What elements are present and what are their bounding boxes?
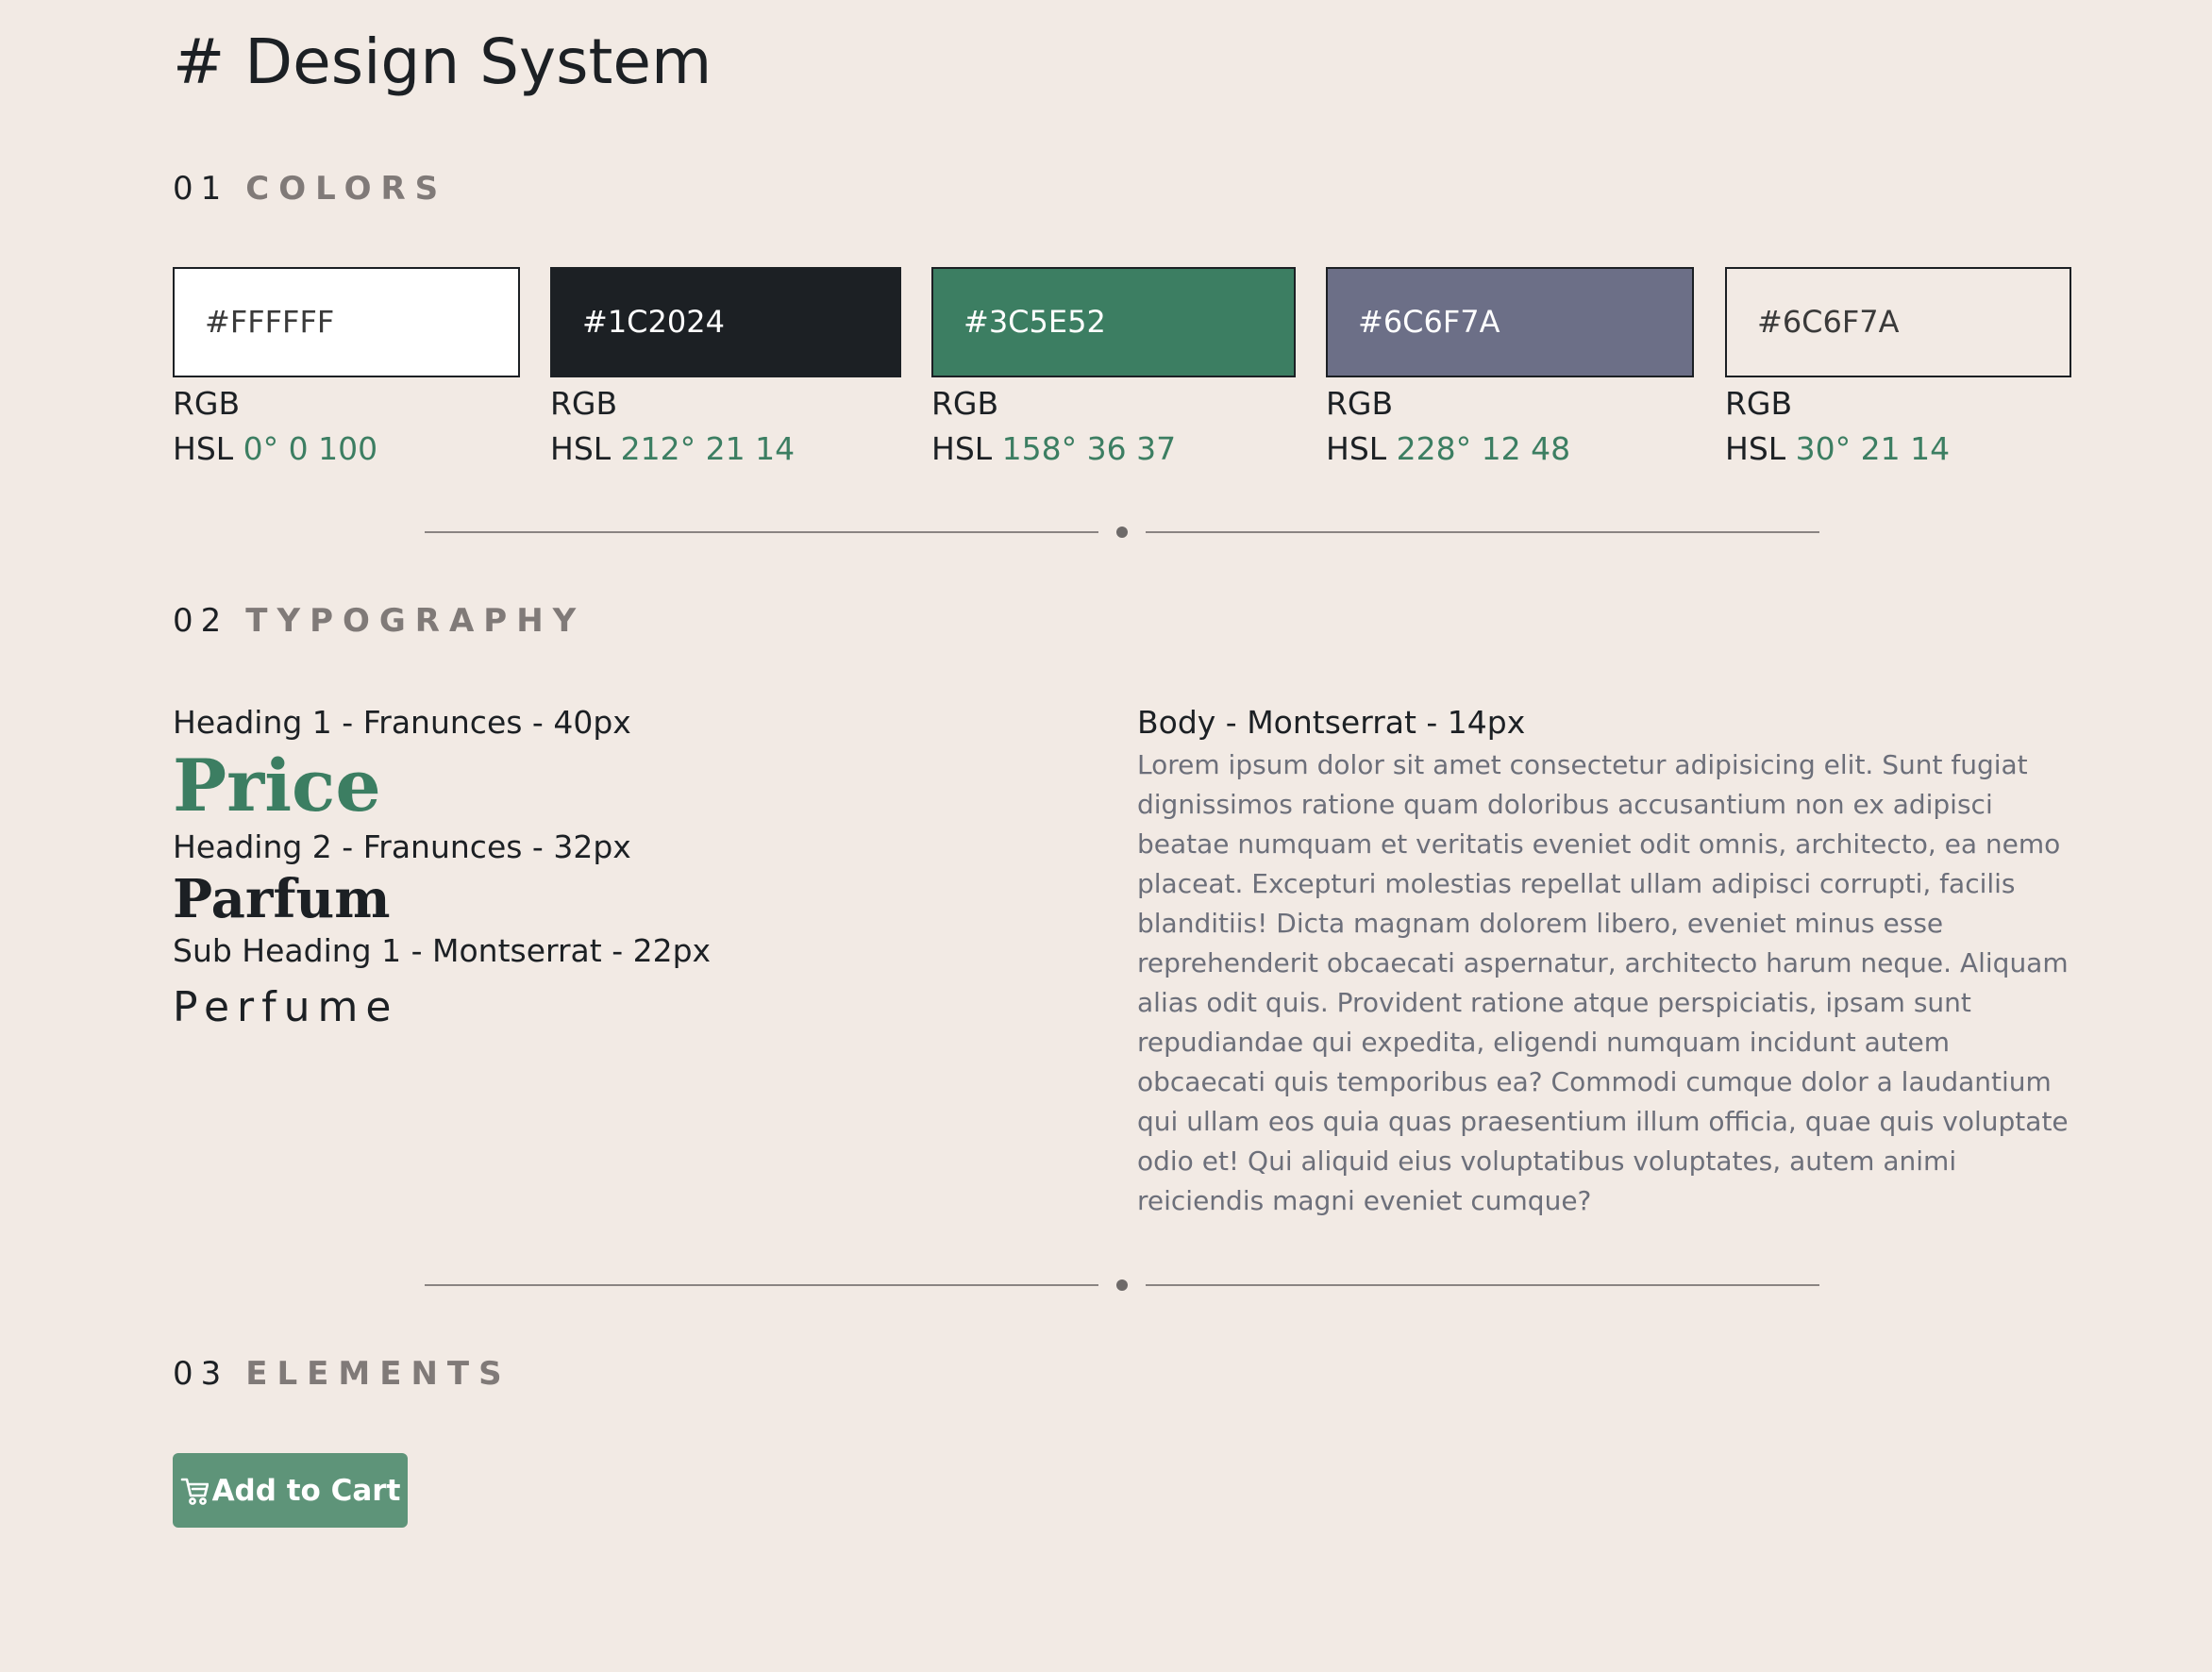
body-spec: Body - Montserrat - 14px	[1137, 704, 1526, 741]
design-system-page: # Design System 01 COLORS #FFFFFF RGB HSL…	[173, 0, 2071, 1672]
section-heading-elements: 03 ELEMENTS	[173, 1355, 511, 1393]
hsl-values: 212° 21 14	[620, 430, 796, 467]
swatch-hsl: HSL 212° 21 14	[550, 426, 901, 472]
section-label: TYPOGRAPHY	[245, 602, 586, 640]
divider-line	[425, 531, 1098, 533]
heading-1-spec: Heading 1 - Franunces - 40px	[173, 704, 631, 741]
swatch-hsl: HSL 228° 12 48	[1326, 426, 1694, 472]
hsl-label: HSL	[931, 430, 993, 467]
typography-headings: Heading 1 - Franunces - 40px Price Headi…	[173, 702, 1116, 1038]
divider-line	[425, 1284, 1098, 1286]
cart-icon	[180, 1475, 209, 1507]
hsl-label: HSL	[1725, 430, 1786, 467]
sub-heading-spec: Sub Heading 1 - Montserrat - 22px	[173, 932, 712, 969]
hsl-label: HSL	[550, 430, 612, 467]
section-divider	[425, 1276, 1819, 1295]
page-title: # Design System	[173, 25, 712, 98]
swatch-hsl: HSL 0° 0 100	[173, 426, 520, 472]
swatch-white: #FFFFFF RGB HSL 0° 0 100	[173, 267, 520, 472]
add-to-cart-label: Add to Cart	[211, 1473, 401, 1508]
sub-heading-sample: Perfume	[173, 983, 399, 1031]
swatch-box: #3C5E52	[931, 267, 1296, 377]
swatch-box: #6C6F7A	[1326, 267, 1694, 377]
section-number: 02	[173, 602, 229, 640]
section-heading-typography: 02 TYPOGRAPHY	[173, 602, 585, 640]
swatch-hsl: HSL 30° 21 14	[1725, 426, 2071, 472]
add-to-cart-button[interactable]: Add to Cart	[173, 1453, 408, 1528]
swatch-rgb-label: RGB	[1725, 385, 1793, 422]
hsl-values: 228° 12 48	[1396, 430, 1571, 467]
swatch-hsl: HSL 158° 36 37	[931, 426, 1296, 472]
divider-dot	[1116, 527, 1128, 538]
swatch-box: #6C6F7A	[1725, 267, 2071, 377]
section-label: ELEMENTS	[245, 1355, 511, 1393]
section-label: COLORS	[245, 170, 448, 208]
swatch-rgb-label: RGB	[931, 385, 999, 422]
divider-line	[1146, 531, 1819, 533]
hsl-label: HSL	[173, 430, 234, 467]
swatch-rgb-label: RGB	[1326, 385, 1394, 422]
section-heading-colors: 01 COLORS	[173, 170, 447, 208]
divider-dot	[1116, 1279, 1128, 1291]
body-sample: Lorem ipsum dolor sit amet consectetur a…	[1137, 749, 2069, 1216]
section-number: 03	[173, 1355, 229, 1393]
heading-2-sample: Parfum	[173, 868, 391, 930]
swatch-beige: #6C6F7A RGB HSL 30° 21 14	[1725, 267, 2071, 472]
swatch-dark: #1C2024 RGB HSL 212° 21 14	[550, 267, 901, 472]
swatch-box: #FFFFFF	[173, 267, 520, 377]
heading-2-spec: Heading 2 - Franunces - 32px	[173, 828, 631, 865]
divider-line	[1146, 1284, 1819, 1286]
swatch-slate: #6C6F7A RGB HSL 228° 12 48	[1326, 267, 1694, 472]
hsl-label: HSL	[1326, 430, 1387, 467]
swatch-rgb-label: RGB	[173, 385, 241, 422]
section-divider	[425, 523, 1819, 542]
hsl-values: 158° 36 37	[1001, 430, 1177, 467]
hsl-values: 0° 0 100	[243, 430, 378, 467]
section-number: 01	[173, 170, 229, 208]
color-swatches: #FFFFFF RGB HSL 0° 0 100 #1C2024 RGB HSL…	[173, 267, 2071, 475]
typography-body: Body - Montserrat - 14px Lorem ipsum dol…	[1137, 702, 2071, 1221]
swatch-green: #3C5E52 RGB HSL 158° 36 37	[931, 267, 1296, 472]
swatch-rgb-label: RGB	[550, 385, 618, 422]
swatch-box: #1C2024	[550, 267, 901, 377]
hsl-values: 30° 21 14	[1795, 430, 1951, 467]
heading-1-sample: Price	[173, 744, 381, 828]
